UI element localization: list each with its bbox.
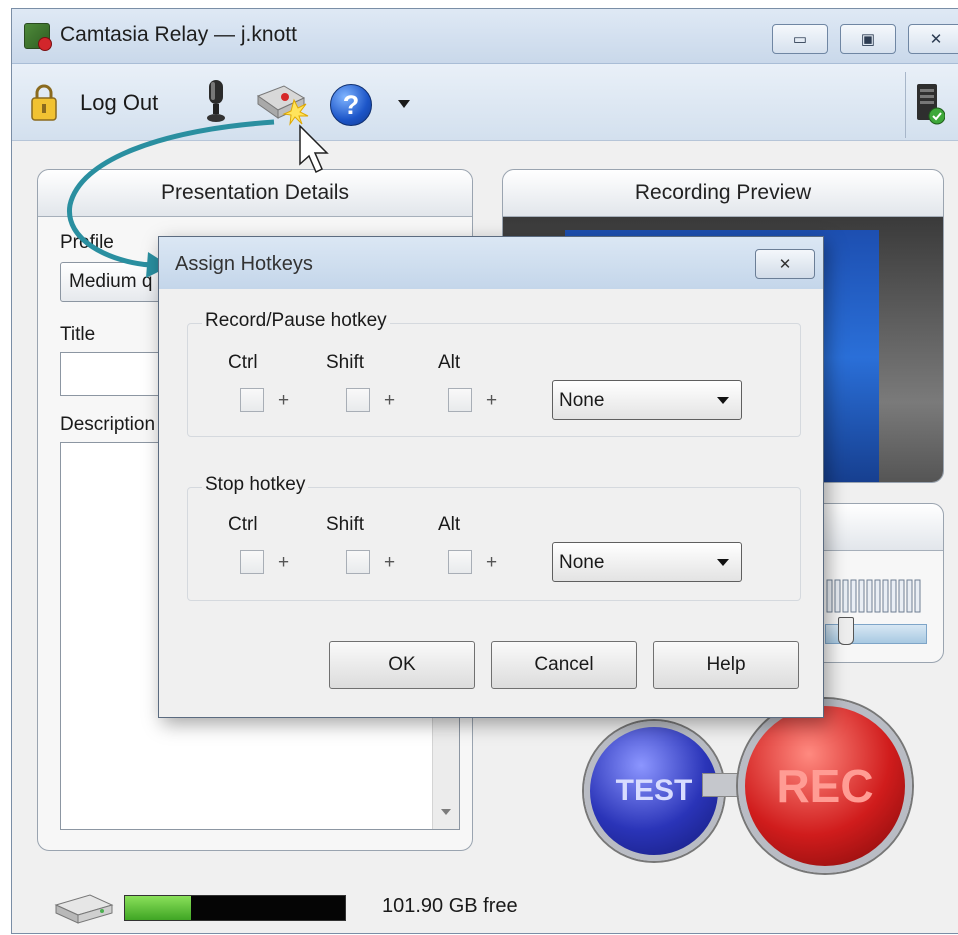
level-meter-segment [914,579,921,613]
hotkey-icon[interactable] [254,82,310,126]
stop-shift-label: Shift [326,514,365,535]
chevron-down-icon [717,397,729,404]
plus-sign: + [278,552,290,573]
record-shift-checkbox[interactable] [346,388,370,412]
audio-level-meter [826,579,921,613]
plus-sign: + [486,390,498,411]
dropdown-arrow-icon[interactable] [398,100,410,108]
cancel-button[interactable]: Cancel [491,641,637,689]
plus-sign: + [384,552,396,573]
stop-key-select[interactable]: None [552,542,742,582]
stop-ctrl-label: Ctrl [228,514,258,535]
record-shift-label: Shift [326,352,365,373]
assign-hotkeys-dialog: Assign Hotkeys ✕ Record/Pause hotkey Ctr… [158,236,824,718]
scroll-down-icon[interactable] [441,809,451,815]
title-label: Title [60,324,96,345]
dialog-close-button[interactable]: ✕ [755,249,815,279]
level-meter-segment [850,579,857,613]
record-ctrl-label: Ctrl [228,352,258,373]
level-meter-segment [874,579,881,613]
level-meter-segment [834,579,841,613]
record-pause-group-label: Record/Pause hotkey [202,310,390,332]
plus-sign: + [278,390,290,411]
presentation-details-header: Presentation Details [38,170,472,217]
description-label: Description [60,414,156,435]
stop-ctrl-checkbox[interactable] [240,550,264,574]
disk-usage-fill [125,896,191,920]
level-meter-segment [890,579,897,613]
stop-shift-checkbox[interactable] [346,550,370,574]
toolbar-divider [905,72,906,138]
record-ctrl-checkbox[interactable] [240,388,264,412]
record-key-select[interactable]: None [552,380,742,420]
stop-hotkey-group: Stop hotkey Ctrl Shift Alt + + + None [187,474,801,601]
level-meter-segment [826,579,833,613]
ok-button[interactable]: OK [329,641,475,689]
level-meter-segment [898,579,905,613]
disk-usage-bar [124,895,346,921]
window-title: Camtasia Relay — j.knott [60,23,297,46]
stop-alt-label: Alt [438,514,461,535]
minimize-button[interactable]: ▭ [772,24,828,54]
chevron-down-icon [717,559,729,566]
plus-sign: + [486,552,498,573]
recording-preview-header: Recording Preview [503,170,943,217]
toolbar: Log Out ? [12,64,958,141]
server-status-icon[interactable] [915,82,945,126]
hard-disk-icon [54,894,114,924]
stop-key-value: None [559,552,605,573]
microphone-icon[interactable] [202,78,230,124]
camtasia-app-icon [24,23,52,51]
maximize-button[interactable]: ▣ [840,24,896,54]
profile-value: Medium q [69,271,153,292]
record-alt-label: Alt [438,352,461,373]
level-meter-segment [866,579,873,613]
audio-slider-thumb[interactable] [838,617,854,645]
close-button[interactable]: ✕ [908,24,958,54]
lock-icon[interactable] [30,82,58,122]
stop-alt-checkbox[interactable] [448,550,472,574]
dialog-title: Assign Hotkeys [175,253,313,275]
profile-label: Profile [60,232,114,253]
level-meter-segment [842,579,849,613]
stop-group-label: Stop hotkey [202,474,309,496]
level-meter-segment [858,579,865,613]
level-meter-segment [882,579,889,613]
level-meter-segment [906,579,913,613]
disk-free-text: 101.90 GB free [382,895,518,917]
help-icon[interactable]: ? [330,84,372,126]
title-bar: Camtasia Relay — j.knott ▭ ▣ ✕ [12,9,958,64]
record-pause-hotkey-group: Record/Pause hotkey Ctrl Shift Alt + + +… [187,310,801,437]
record-alt-checkbox[interactable] [448,388,472,412]
logout-button[interactable]: Log Out [80,90,158,116]
dialog-title-bar: Assign Hotkeys ✕ [159,237,823,289]
record-button[interactable]: REC [738,699,912,873]
plus-sign: + [384,390,396,411]
help-button[interactable]: Help [653,641,799,689]
record-key-value: None [559,390,605,411]
